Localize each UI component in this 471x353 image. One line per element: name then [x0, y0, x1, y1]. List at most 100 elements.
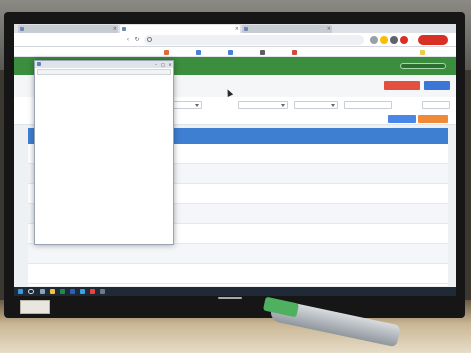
table-cell: [258, 246, 276, 262]
back-icon[interactable]: ‹: [124, 36, 132, 44]
chevron-down-icon: [331, 104, 335, 107]
bookmark-item[interactable]: [292, 49, 323, 55]
filter-button[interactable]: [388, 115, 416, 123]
table-cell: [172, 266, 200, 282]
table-cell: [400, 266, 422, 282]
table-row[interactable]: [28, 264, 448, 284]
column-header[interactable]: [258, 130, 276, 142]
bookmark-item[interactable]: [260, 49, 291, 55]
table-cell: [400, 206, 422, 222]
table-cell: [400, 246, 422, 262]
browser-tab-active[interactable]: ×: [120, 25, 240, 33]
column-header[interactable]: [172, 130, 200, 142]
column-header[interactable]: [376, 130, 398, 142]
date-field[interactable]: [344, 101, 392, 109]
search-label: [400, 103, 420, 107]
maximize-icon[interactable]: □: [160, 62, 166, 67]
edge-icon[interactable]: [80, 289, 85, 294]
search-icon[interactable]: [28, 289, 34, 294]
bookmark-favicon-icon: [228, 49, 233, 55]
star-icon[interactable]: [380, 36, 388, 44]
table-cell: [64, 246, 78, 262]
table-cell: [400, 166, 422, 182]
extensions-icon[interactable]: [390, 36, 398, 44]
bookmark-item[interactable]: [228, 49, 259, 55]
primary-action-button[interactable]: [384, 81, 420, 90]
table-cell: [202, 146, 234, 162]
filter-select[interactable]: [294, 101, 338, 109]
table-cell: [302, 186, 326, 202]
profile-chip[interactable]: [418, 35, 448, 45]
column-header[interactable]: [278, 130, 300, 142]
secondary-action-button[interactable]: [424, 81, 450, 90]
reset-button[interactable]: [418, 115, 448, 123]
share-icon[interactable]: [370, 36, 378, 44]
table-cell: [236, 206, 256, 222]
popup-content: [37, 77, 171, 243]
minimize-icon[interactable]: –: [153, 62, 159, 67]
excel-icon[interactable]: [60, 289, 65, 294]
close-icon[interactable]: ×: [167, 62, 173, 67]
table-cell: [302, 246, 326, 262]
taskbar-clock[interactable]: [428, 288, 450, 295]
table-cell: [400, 146, 422, 162]
filter-select[interactable]: [172, 101, 202, 109]
popup-url-bar[interactable]: [37, 69, 171, 75]
user-pill[interactable]: [400, 63, 446, 69]
table-cell: [302, 166, 326, 182]
browser-tab[interactable]: ×: [18, 25, 118, 33]
column-header[interactable]: [236, 130, 256, 142]
table-cell: [302, 146, 326, 162]
table-cell: [424, 166, 446, 182]
table-cell: [30, 246, 44, 262]
table-cell: [202, 246, 234, 262]
chevron-down-icon: [281, 104, 285, 107]
table-cell: [202, 226, 234, 242]
filter-select[interactable]: [238, 101, 288, 109]
desk-sticker: [20, 300, 50, 314]
bookmark-item[interactable]: [196, 49, 227, 55]
table-cell: [424, 186, 446, 202]
table-cell: [328, 226, 350, 242]
tab-close-icon[interactable]: ×: [235, 26, 239, 32]
column-header[interactable]: [400, 130, 422, 142]
table-cell: [328, 266, 350, 282]
table-cell: [278, 226, 300, 242]
bookmark-item[interactable]: [420, 49, 447, 55]
column-header[interactable]: [328, 130, 350, 142]
user-menu[interactable]: [316, 62, 446, 70]
word-icon[interactable]: [70, 289, 75, 294]
table-cell: [328, 206, 350, 222]
bookmark-label: [235, 51, 259, 54]
column-header[interactable]: [424, 130, 446, 142]
task-view-icon[interactable]: [40, 289, 45, 294]
extension-red-icon[interactable]: [400, 36, 408, 44]
table-cell: [328, 246, 350, 262]
browser-tab[interactable]: ×: [242, 25, 332, 33]
tab-favicon-icon: [122, 27, 126, 31]
start-icon[interactable]: [18, 289, 23, 294]
column-header[interactable]: [302, 130, 326, 142]
table-cell: [236, 246, 256, 262]
bookmark-label: [427, 51, 447, 54]
search-field[interactable]: [422, 101, 450, 109]
column-header[interactable]: [352, 130, 374, 142]
address-bar[interactable]: [144, 35, 364, 45]
chrome-icon[interactable]: [90, 289, 95, 294]
table-cell: [172, 186, 200, 202]
table-cell: [258, 266, 276, 282]
app-icon[interactable]: [100, 289, 105, 294]
tab-close-icon[interactable]: ×: [327, 26, 331, 32]
table-cell: [278, 266, 300, 282]
file-explorer-icon[interactable]: [50, 289, 55, 294]
bookmark-favicon-icon: [164, 49, 169, 55]
reload-icon[interactable]: ↻: [133, 36, 141, 44]
column-header[interactable]: [202, 130, 234, 142]
table-row[interactable]: [28, 244, 448, 264]
popup-title-bar: – □ ×: [35, 61, 173, 68]
table-cell: [202, 186, 234, 202]
bookmark-label: [203, 51, 227, 54]
bookmark-item[interactable]: [164, 49, 195, 55]
browser-toolbar: ‹ ↻: [14, 33, 456, 47]
tab-close-icon[interactable]: ×: [113, 26, 117, 32]
